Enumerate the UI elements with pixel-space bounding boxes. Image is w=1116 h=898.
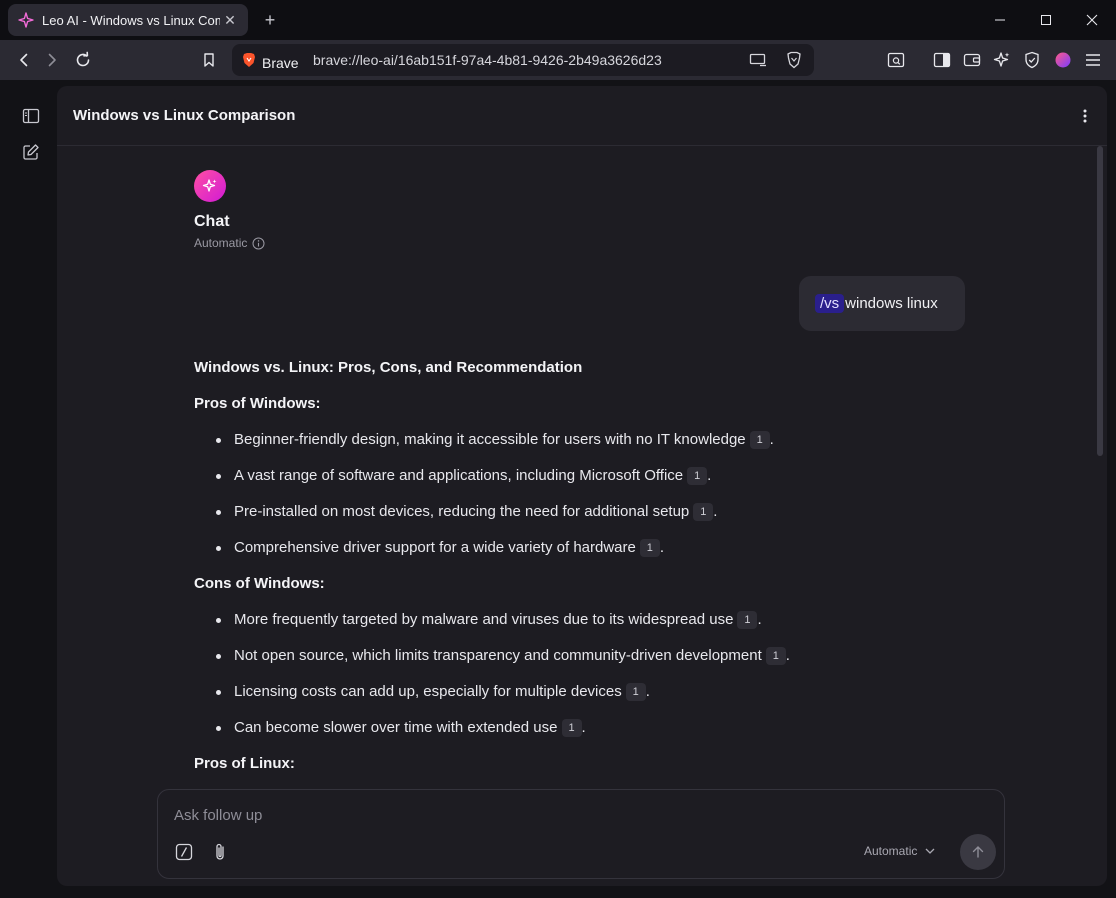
citation-badge[interactable]: 1	[765, 647, 786, 665]
brave-badge: Brave	[242, 52, 299, 73]
citation-badge[interactable]: 1	[749, 431, 770, 449]
citation-badge[interactable]: 1	[561, 719, 582, 737]
user-message: /vs windows linux	[799, 276, 965, 331]
model-selector[interactable]: Automatic	[864, 844, 935, 858]
maximize-icon[interactable]	[1023, 0, 1069, 40]
tab-close-icon[interactable]: ✕	[220, 10, 240, 30]
citation-badge[interactable]: 1	[687, 467, 708, 485]
back-icon[interactable]	[12, 48, 36, 72]
chevron-down-icon	[925, 848, 935, 854]
address-bar[interactable]: Brave brave://leo-ai/16ab151f-97a4-4b81-…	[232, 44, 814, 76]
more-options-icon[interactable]	[1081, 106, 1089, 126]
brave-label: Brave	[262, 54, 299, 71]
tab-title: Leo AI - Windows vs Linux Comp	[42, 12, 220, 28]
composer: Automatic	[157, 789, 1005, 879]
list-item: Licensing costs can add up, especially f…	[194, 682, 974, 702]
info-icon[interactable]	[252, 237, 265, 250]
slash-commands-icon[interactable]	[172, 840, 196, 864]
new-chat-icon[interactable]	[19, 140, 43, 164]
conversation-list-icon[interactable]	[19, 104, 43, 128]
brave-lion-icon	[242, 52, 256, 73]
bookmark-icon[interactable]	[197, 48, 221, 72]
list-item: Not open source, which limits transparen…	[194, 646, 974, 666]
panel-header: Windows vs Linux Comparison	[57, 86, 1107, 146]
leo-ai-icon[interactable]	[990, 48, 1014, 72]
citation-badge[interactable]: 1	[693, 503, 714, 521]
url-text[interactable]: brave://leo-ai/16ab151f-97a4-4b81-9426-2…	[313, 52, 662, 68]
section-heading: Cons of Windows:	[194, 575, 325, 592]
leo-sparkle-icon	[18, 12, 34, 28]
assistant-model: Automatic	[194, 236, 265, 250]
brave-shields-icon[interactable]	[784, 50, 804, 70]
leo-avatar-icon	[194, 170, 226, 202]
minimize-icon[interactable]	[977, 0, 1023, 40]
assistant-name: Chat	[194, 213, 230, 230]
attachment-icon[interactable]	[208, 840, 232, 864]
follow-up-input[interactable]	[174, 804, 874, 826]
list-item: Can become slower over time with extende…	[194, 718, 974, 738]
list-item: More frequently targeted by malware and …	[194, 610, 974, 630]
arrow-up-icon	[971, 845, 985, 859]
menu-hamburger-icon[interactable]	[1081, 48, 1105, 72]
chat-panel: Windows vs Linux Comparison Chat Automat…	[57, 86, 1107, 886]
sidebar-toggle-icon[interactable]	[930, 48, 954, 72]
user-message-text: windows linux	[845, 295, 938, 312]
reload-icon[interactable]	[71, 48, 95, 72]
response-heading: Windows vs. Linux: Pros, Cons, and Recom…	[194, 359, 583, 376]
citation-badge[interactable]: 1	[737, 611, 758, 629]
slash-command-chip: /vs	[815, 294, 845, 313]
close-window-icon[interactable]	[1069, 0, 1115, 40]
conversation-title: Windows vs Linux Comparison	[73, 107, 296, 124]
citation-badge[interactable]: 1	[639, 539, 660, 557]
browser-toolbar: Brave brave://leo-ai/16ab151f-97a4-4b81-…	[0, 40, 1116, 80]
wallet-icon[interactable]	[960, 48, 984, 72]
assistant-response: Windows vs. Linux: Pros, Cons, and Recom…	[194, 358, 974, 790]
send-button[interactable]	[960, 834, 996, 870]
citation-badge[interactable]: 1	[625, 683, 646, 701]
forward-icon[interactable]	[40, 48, 64, 72]
scrollbar[interactable]	[1097, 146, 1103, 456]
title-bar: Leo AI - Windows vs Linux Comp ✕ +	[0, 0, 1116, 40]
list-item: Pre-installed on most devices, reducing …	[194, 502, 974, 522]
section-heading: Pros of Linux:	[194, 755, 295, 772]
browser-tab[interactable]: Leo AI - Windows vs Linux Comp ✕	[8, 4, 248, 36]
list-item: A vast range of software and application…	[194, 466, 974, 486]
section-heading: Pros of Windows:	[194, 395, 321, 412]
cast-icon[interactable]	[748, 50, 768, 70]
window-bottom-edge	[0, 890, 1116, 898]
new-tab-button[interactable]: +	[258, 8, 282, 32]
vpn-shield-icon[interactable]	[1020, 48, 1044, 72]
assistant-model-label: Automatic	[194, 236, 248, 250]
left-rail	[0, 80, 57, 890]
model-selector-label: Automatic	[864, 844, 918, 858]
profile-avatar-icon[interactable]	[1051, 48, 1075, 72]
list-item: Beginner-friendly design, making it acce…	[194, 430, 974, 450]
search-tabs-icon[interactable]	[884, 48, 908, 72]
list-item: Comprehensive driver support for a wide …	[194, 538, 974, 558]
